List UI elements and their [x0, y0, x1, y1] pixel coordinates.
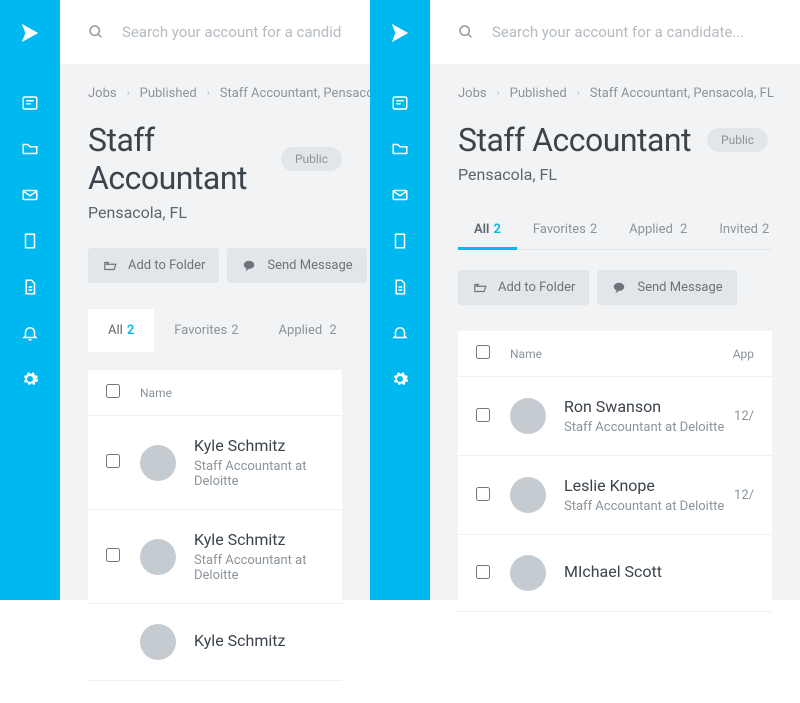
gear-icon[interactable] [391, 370, 409, 388]
search-icon [458, 24, 474, 40]
row-checkbox[interactable] [476, 565, 490, 579]
chevron-right-icon: › [577, 88, 580, 99]
table-row[interactable]: Ron Swanson Staff Accountant at Deloitte… [458, 377, 772, 456]
column-app[interactable]: App [704, 347, 754, 361]
chevron-right-icon: › [497, 88, 500, 99]
chevron-right-icon: › [127, 88, 130, 99]
app-logo[interactable] [389, 22, 411, 44]
row-checkbox[interactable] [106, 548, 120, 562]
table-row[interactable]: Kyle Schmitz [88, 604, 342, 681]
candidate-name: MIchael Scott [564, 562, 754, 581]
page-title: Staff Accountant [458, 121, 691, 159]
folder-open-icon [102, 259, 118, 273]
candidate-date: 12/ [734, 409, 754, 424]
breadcrumb-item[interactable]: Jobs [458, 86, 487, 101]
building-icon[interactable] [391, 232, 409, 250]
candidate-name: Ron Swanson [564, 397, 734, 416]
candidate-title: Staff Accountant at Deloitte [194, 553, 324, 583]
send-message-button[interactable]: Send Message [597, 270, 736, 305]
news-icon[interactable] [21, 94, 39, 112]
chat-icon [611, 281, 627, 295]
candidates-table: Name Kyle Schmitz Staff Accountant at De… [88, 370, 342, 681]
row-checkbox[interactable] [476, 487, 490, 501]
search-input[interactable] [122, 23, 342, 41]
breadcrumb: Jobs › Published › Staff Accountant, Pen… [458, 86, 772, 101]
tab-im[interactable]: Im [785, 210, 800, 249]
tab-favorites[interactable]: Favorites2 [154, 309, 258, 352]
breadcrumb-item[interactable]: Staff Accountant, Pensacola, FL [590, 86, 774, 101]
page-subtitle: Pensacola, FL [458, 165, 772, 184]
chevron-right-icon: › [207, 88, 210, 99]
candidates-table: Name App Ron Swanson Staff Accountant at… [458, 331, 772, 612]
add-to-folder-button[interactable]: Add to Folder [88, 248, 219, 283]
candidate-title: Staff Accountant at Deloitte [564, 420, 734, 435]
add-to-folder-button[interactable]: Add to Folder [458, 270, 589, 305]
tab-all[interactable]: All2 [88, 309, 154, 352]
select-all-checkbox[interactable] [476, 345, 490, 359]
candidate-name: Kyle Schmitz [194, 530, 324, 549]
button-label: Add to Folder [498, 280, 575, 295]
search-bar [60, 0, 370, 64]
breadcrumb: Jobs › Published › Staff Accountant, Pen… [88, 86, 342, 101]
bell-icon[interactable] [391, 324, 409, 342]
table-row[interactable]: Kyle Schmitz Staff Accountant at Deloitt… [88, 510, 342, 604]
gear-icon[interactable] [21, 370, 39, 388]
candidate-name: Kyle Schmitz [194, 631, 324, 650]
news-icon[interactable] [391, 94, 409, 112]
table-row[interactable]: MIchael Scott [458, 535, 772, 612]
button-label: Add to Folder [128, 258, 205, 273]
tab-all[interactable]: All2 [458, 210, 517, 249]
avatar [140, 624, 176, 660]
avatar [140, 539, 176, 575]
table-header: Name [88, 370, 342, 416]
building-icon[interactable] [21, 232, 39, 250]
visibility-badge: Public [707, 128, 768, 152]
search-input[interactable] [492, 23, 772, 41]
candidate-title: Staff Accountant at Deloitte [564, 499, 734, 514]
bell-icon[interactable] [21, 324, 39, 342]
app-logo[interactable] [19, 22, 41, 44]
breadcrumb-item[interactable]: Jobs [88, 86, 117, 101]
row-checkbox[interactable] [106, 454, 120, 468]
search-icon [88, 24, 104, 40]
avatar [510, 398, 546, 434]
table-row[interactable]: Kyle Schmitz Staff Accountant at Deloitt… [88, 416, 342, 510]
column-name[interactable]: Name [510, 347, 704, 361]
row-checkbox[interactable] [476, 408, 490, 422]
folder-icon[interactable] [391, 140, 409, 158]
folder-open-icon [472, 281, 488, 295]
candidate-name: Leslie Knope [564, 476, 734, 495]
search-bar [430, 0, 800, 64]
avatar [510, 555, 546, 591]
candidate-title: Staff Accountant at Deloitte [194, 459, 324, 489]
document-icon[interactable] [391, 278, 409, 296]
button-label: Send Message [267, 258, 352, 273]
tab-applied[interactable]: Applied 2 [613, 210, 703, 249]
sidebar [0, 0, 60, 600]
visibility-badge: Public [281, 147, 342, 171]
table-row[interactable]: Leslie Knope Staff Accountant at Deloitt… [458, 456, 772, 535]
tab-favorites[interactable]: Favorites2 [517, 210, 613, 249]
page-subtitle: Pensacola, FL [88, 203, 342, 222]
tab-applied[interactable]: Applied 2 [259, 309, 357, 352]
candidate-date: 12/ [734, 488, 754, 503]
select-all-checkbox[interactable] [106, 384, 120, 398]
avatar [140, 445, 176, 481]
send-message-button[interactable]: Send Message [227, 248, 366, 283]
button-label: Send Message [637, 280, 722, 295]
mail-icon[interactable] [21, 186, 39, 204]
column-name[interactable]: Name [140, 386, 324, 400]
avatar [510, 477, 546, 513]
document-icon[interactable] [21, 278, 39, 296]
page-title: Staff Accountant [88, 121, 265, 197]
chat-icon [241, 259, 257, 273]
candidate-name: Kyle Schmitz [194, 436, 324, 455]
table-header: Name App [458, 331, 772, 377]
folder-icon[interactable] [21, 140, 39, 158]
breadcrumb-item[interactable]: Published [510, 86, 567, 101]
sidebar [370, 0, 430, 600]
breadcrumb-item[interactable]: Published [140, 86, 197, 101]
tab-invited[interactable]: Invited2 [703, 210, 785, 249]
mail-icon[interactable] [391, 186, 409, 204]
